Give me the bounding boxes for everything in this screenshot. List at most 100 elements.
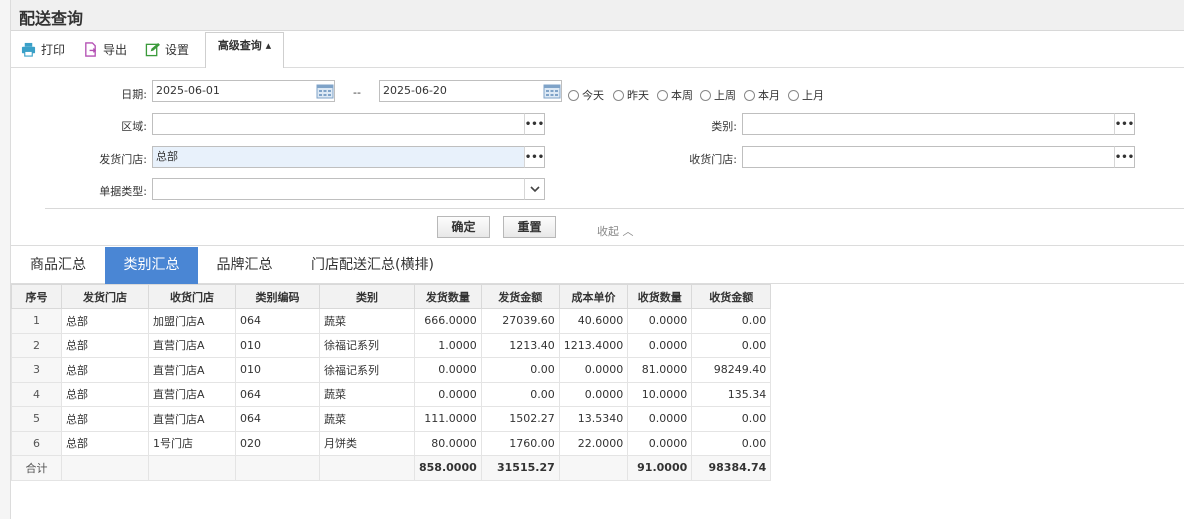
table-row[interactable]: 6 总部 1号门店 020 月饼类 80.0000 1760.00 22.000… — [11, 430, 772, 456]
row-number: 2 — [11, 332, 62, 358]
cell-unit-cost: 13.5340 — [558, 406, 629, 432]
region-picker-button[interactable]: ••• — [524, 113, 545, 135]
cell-category: 徐福记系列 — [319, 357, 415, 383]
column-header[interactable]: 类别 — [319, 284, 415, 309]
radio-this-month[interactable]: 本月 — [744, 87, 780, 103]
radio-label: 本月 — [758, 89, 780, 102]
radio-circle — [744, 89, 755, 101]
ship-store-picker-button[interactable]: ••• — [524, 146, 545, 168]
table-row[interactable]: 2 总部 直营门店A 010 徐福记系列 1.0000 1213.40 1213… — [11, 332, 772, 358]
ship-store-input[interactable]: 总部 — [152, 146, 525, 168]
total-ship-amount: 31515.27 — [480, 455, 560, 481]
settings-button[interactable]: 设置 — [145, 40, 189, 58]
column-header[interactable]: 发货金额 — [480, 284, 560, 309]
cell-ship-qty: 0.0000 — [414, 357, 482, 383]
column-header[interactable]: 收货金额 — [691, 284, 772, 309]
cell-recv-qty: 0.0000 — [627, 332, 693, 358]
radio-this-week[interactable]: 本周 — [657, 87, 693, 103]
doc-type-dropdown-button[interactable] — [524, 178, 545, 200]
results-table: 序号 发货门店 收货门店 类别编码 类别 发货数量 发货金额 成本单价 收货数量… — [11, 284, 772, 481]
toolbar: 打印 导出 设置 高级查询 ▴ — [11, 31, 1184, 69]
cell-unit-cost: 1213.4000 — [558, 332, 629, 358]
tab-product-summary[interactable]: 商品汇总 — [11, 247, 105, 284]
tab-store-delivery-summary[interactable]: 门店配送汇总(横排) — [291, 247, 454, 284]
table-row[interactable]: 4 总部 直营门店A 064 蔬菜 0.0000 0.00 0.0000 10.… — [11, 381, 772, 407]
table-row[interactable]: 5 总部 直营门店A 064 蔬菜 111.0000 1502.27 13.53… — [11, 406, 772, 432]
radio-yesterday[interactable]: 昨天 — [613, 87, 649, 103]
calendar-icon[interactable] — [541, 80, 563, 102]
print-button[interactable]: 打印 — [21, 40, 65, 58]
confirm-button[interactable]: 确定 — [437, 216, 490, 238]
cell-ship-amount: 27039.60 — [480, 308, 560, 334]
radio-last-week[interactable]: 上周 — [700, 87, 736, 103]
cell-category: 蔬菜 — [319, 406, 415, 432]
cell-ship-store: 总部 — [61, 308, 149, 334]
cell-category: 蔬菜 — [319, 381, 415, 407]
query-form: 日期: 2025-06-01 -- 2025-06-20 今天 昨天 本周 上周… — [11, 68, 1184, 246]
print-label: 打印 — [41, 42, 66, 57]
export-icon — [85, 41, 97, 57]
radio-today[interactable]: 今天 — [568, 87, 604, 103]
tab-category-summary[interactable]: 类别汇总 — [105, 247, 198, 284]
total-cell — [319, 455, 415, 481]
column-header[interactable]: 类别编码 — [235, 284, 320, 309]
radio-circle — [700, 89, 711, 101]
date-to-input[interactable]: 2025-06-20 — [379, 80, 562, 102]
total-row: 合计 858.0000 31515.27 91.0000 98384.74 — [11, 455, 772, 481]
cell-ship-qty: 666.0000 — [414, 308, 482, 334]
reset-button[interactable]: 重置 — [503, 216, 556, 238]
radio-circle — [568, 89, 579, 101]
cell-ship-qty: 1.0000 — [414, 332, 482, 358]
export-button[interactable]: 导出 — [83, 40, 127, 58]
column-header[interactable]: 发货数量 — [414, 284, 482, 309]
cell-ship-amount: 1213.40 — [480, 332, 560, 358]
radio-label: 本周 — [671, 89, 693, 102]
radio-circle — [788, 89, 799, 101]
cell-category: 蔬菜 — [319, 308, 415, 334]
radio-circle — [613, 89, 624, 101]
total-ship-qty: 858.0000 — [414, 455, 482, 481]
cell-ship-qty: 0.0000 — [414, 381, 482, 407]
cell-recv-store: 直营门店A — [148, 406, 236, 432]
cell-unit-cost: 40.6000 — [558, 308, 629, 334]
radio-circle — [657, 89, 668, 101]
column-header[interactable]: 收货门店 — [148, 284, 236, 309]
row-number: 3 — [11, 357, 62, 383]
category-picker-button[interactable]: ••• — [1114, 113, 1135, 135]
doc-type-select[interactable] — [152, 178, 525, 200]
cell-recv-amount: 0.00 — [691, 406, 772, 432]
table-row[interactable]: 1 总部 加盟门店A 064 蔬菜 666.0000 27039.60 40.6… — [11, 308, 772, 334]
column-header[interactable]: 收货数量 — [627, 284, 693, 309]
recv-store-input[interactable] — [742, 146, 1115, 168]
total-cell — [558, 455, 629, 481]
page-title: 配送查询 — [19, 9, 84, 28]
tab-brand-summary[interactable]: 品牌汇总 — [198, 247, 291, 284]
cell-ship-store: 总部 — [61, 430, 149, 456]
recv-store-picker-button[interactable]: ••• — [1114, 146, 1135, 168]
cell-ship-amount: 0.00 — [480, 357, 560, 383]
cell-category-code: 064 — [235, 406, 320, 432]
cell-ship-store: 总部 — [61, 381, 149, 407]
column-header[interactable]: 成本单价 — [558, 284, 629, 309]
chevron-down-icon — [529, 186, 540, 193]
total-label: 合计 — [11, 455, 62, 481]
column-header[interactable]: 发货门店 — [61, 284, 149, 309]
cell-recv-store: 直营门店A — [148, 332, 236, 358]
cell-recv-qty: 0.0000 — [627, 406, 693, 432]
date-from-input[interactable]: 2025-06-01 — [152, 80, 335, 102]
category-input[interactable] — [742, 113, 1115, 135]
collapse-toggle[interactable]: 收起 ︿ — [597, 223, 634, 239]
radio-last-month[interactable]: 上月 — [788, 87, 824, 103]
cell-recv-amount: 0.00 — [691, 332, 772, 358]
region-input[interactable] — [152, 113, 525, 135]
advanced-query-tab[interactable]: 高级查询 ▴ — [205, 32, 284, 69]
radio-label: 上月 — [802, 89, 824, 102]
cell-recv-qty: 10.0000 — [627, 381, 693, 407]
region-label: 区域: — [121, 120, 147, 133]
table-row[interactable]: 3 总部 直营门店A 010 徐福记系列 0.0000 0.00 0.0000 … — [11, 357, 772, 383]
calendar-icon[interactable] — [314, 80, 336, 102]
date-label: 日期: — [121, 88, 147, 101]
cell-category-code: 010 — [235, 357, 320, 383]
total-recv-amount: 98384.74 — [691, 455, 772, 481]
column-header[interactable]: 序号 — [11, 284, 62, 309]
